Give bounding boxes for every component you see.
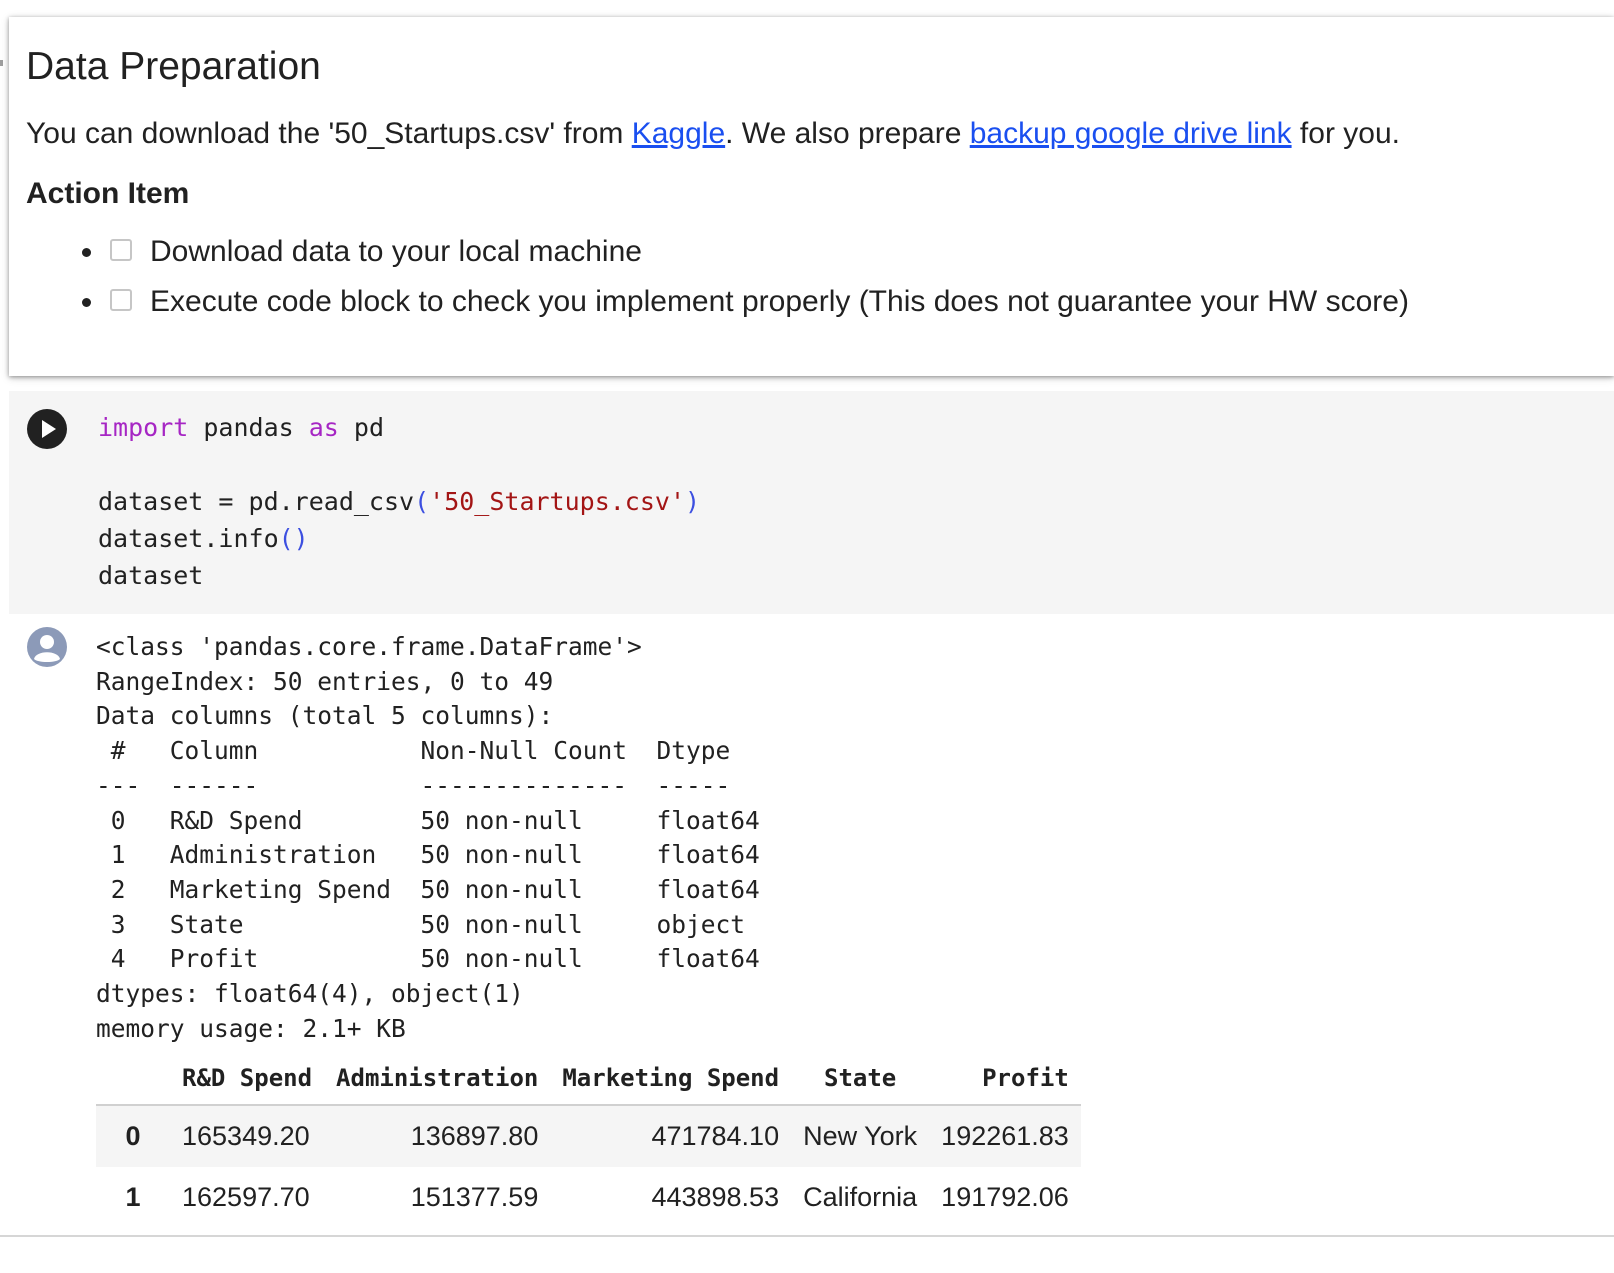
code-editor[interactable]: import pandas as pd dataset = pd.read_cs…: [98, 409, 700, 594]
cell-rd-spend: 162597.70: [182, 1182, 310, 1212]
intro-text-3: for you.: [1291, 117, 1400, 150]
dataframe-table: R&D Spend Administration Marketing Spend…: [96, 1052, 1081, 1228]
info-output: <class 'pandas.core.frame.DataFrame'> Ra…: [96, 632, 760, 1043]
code-text: dataset: [98, 561, 204, 590]
bullet-icon: [82, 298, 91, 307]
table-header-administration: Administration: [324, 1052, 551, 1106]
code-string: '50_Startups.csv': [429, 487, 686, 516]
code-keyword-as: as: [308, 413, 339, 442]
code-text: pandas: [188, 413, 309, 442]
backup-drive-link[interactable]: backup google drive link: [970, 117, 1292, 150]
code-text: pd: [338, 413, 384, 442]
table-header-row: R&D Spend Administration Marketing Spend…: [96, 1052, 1081, 1106]
table-header-marketing-spend: Marketing Spend: [550, 1052, 792, 1106]
cell-marketing-spend: 443898.53: [651, 1182, 780, 1212]
cell-administration: 136897.80: [410, 1121, 539, 1151]
cell-administration: 151377.59: [410, 1182, 539, 1212]
task-label-execute: Execute code block to check you implemen…: [150, 285, 1409, 318]
code-paren: (: [414, 487, 430, 516]
markdown-cell[interactable]: Data Preparation You can download the '5…: [9, 17, 1614, 376]
bottom-divider: [0, 1235, 1614, 1237]
table-header-state: State: [791, 1052, 930, 1106]
bullet-icon: [82, 248, 91, 257]
cell-rd-spend: 165349.20: [182, 1121, 310, 1151]
task-label-download: Download data to your local machine: [150, 235, 642, 268]
code-text: dataset.info: [98, 524, 279, 553]
run-cell-button[interactable]: [27, 409, 67, 449]
task-list: Download data to your local machine Exec…: [26, 227, 1614, 327]
task-checkbox-execute[interactable]: [110, 289, 132, 311]
intro-text-1: You can download the '50_Startups.csv' f…: [26, 117, 632, 150]
cell-state: California: [803, 1182, 918, 1212]
table-header-profit: Profit: [929, 1052, 1081, 1106]
code-cell[interactable]: import pandas as pd dataset = pd.read_cs…: [9, 391, 1614, 614]
cell-profit: 191792.06: [941, 1182, 1069, 1212]
task-item-download: Download data to your local machine: [26, 227, 1614, 277]
cell-edge-marker: [0, 60, 3, 66]
intro-text-2: . We also prepare: [725, 117, 970, 150]
play-icon: [42, 420, 56, 438]
code-text: dataset = pd.read_csv: [98, 487, 415, 516]
code-paren: (): [278, 524, 309, 553]
intro-paragraph: You can download the '50_Startups.csv' f…: [26, 113, 1614, 155]
cell-state: New York: [803, 1121, 918, 1151]
table-row: 1 162597.70 151377.59 443898.53 Californ…: [96, 1167, 1081, 1228]
cell-marketing-spend: 471784.10: [651, 1121, 780, 1151]
output-user-icon: [27, 627, 67, 667]
task-item-execute: Execute code block to check you implemen…: [26, 277, 1614, 327]
cell-profit: 192261.83: [941, 1121, 1069, 1151]
table-row: 0 165349.20 136897.80 471784.10 New York…: [96, 1105, 1081, 1167]
row-index: 1: [125, 1182, 141, 1212]
task-checkbox-download[interactable]: [110, 239, 132, 261]
code-paren: ): [685, 487, 701, 516]
row-index: 0: [125, 1121, 141, 1151]
kaggle-link[interactable]: Kaggle: [632, 117, 725, 150]
table-header-rd-spend: R&D Spend: [170, 1052, 325, 1106]
code-keyword-import: import: [98, 413, 189, 442]
section-heading: Data Preparation: [26, 45, 321, 88]
table-header-index: [96, 1052, 170, 1106]
action-item-heading: Action Item: [26, 177, 190, 210]
